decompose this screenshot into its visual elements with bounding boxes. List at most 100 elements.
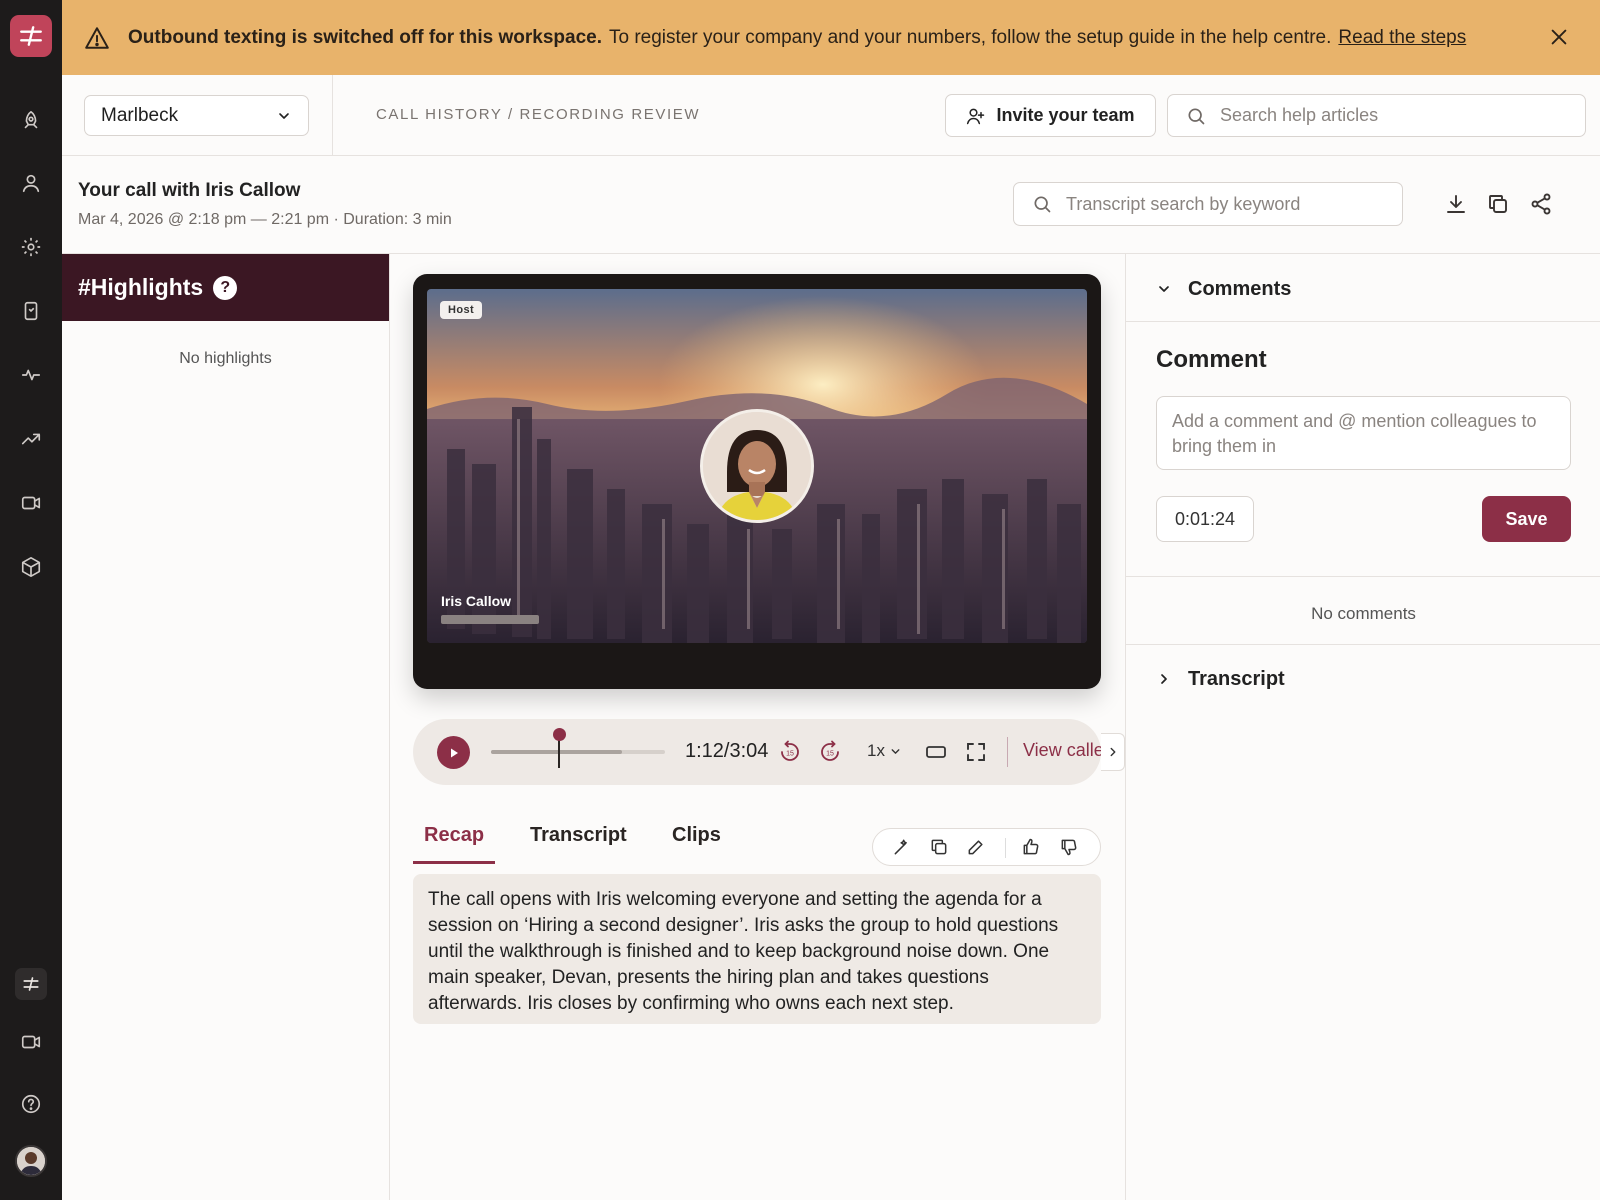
comments-empty: No comments bbox=[1311, 604, 1416, 623]
tab-clips[interactable]: Clips bbox=[672, 824, 721, 847]
transcript-search-input[interactable] bbox=[1066, 193, 1366, 215]
transcript-search[interactable] bbox=[1013, 182, 1403, 226]
forward-seconds: 15 bbox=[826, 751, 834, 758]
buffered-bar bbox=[491, 750, 622, 754]
phone-device-icon[interactable] bbox=[17, 297, 45, 325]
call-title: Your call with Iris Callow bbox=[78, 180, 301, 201]
user-icon[interactable] bbox=[17, 169, 45, 197]
copy-icon[interactable] bbox=[929, 837, 949, 857]
comments-section-toggle[interactable]: Comments bbox=[1126, 254, 1600, 324]
thumbs-up-icon[interactable] bbox=[1021, 837, 1041, 857]
left-rail bbox=[0, 0, 62, 1200]
thumbs-down-icon[interactable] bbox=[1059, 837, 1079, 857]
seek-bar[interactable] bbox=[491, 728, 665, 768]
share-icon[interactable] bbox=[1529, 192, 1553, 216]
workspace-name: Marlbeck bbox=[101, 104, 179, 126]
copy-icon[interactable] bbox=[1486, 192, 1510, 216]
highlights-empty: No highlights bbox=[179, 350, 272, 367]
invite-team-button[interactable]: Invite your team bbox=[945, 94, 1156, 137]
speaker-name: Iris Callow bbox=[441, 593, 512, 609]
rewind-seconds: 15 bbox=[786, 751, 794, 758]
fullscreen-icon[interactable] bbox=[964, 740, 988, 764]
rocket-icon[interactable] bbox=[17, 107, 45, 135]
save-comment-button[interactable]: Save bbox=[1482, 496, 1571, 542]
topbar-divider bbox=[332, 75, 333, 155]
comment-timestamp[interactable]: 0:01:24 bbox=[1156, 496, 1254, 542]
play-button[interactable] bbox=[437, 736, 470, 769]
switcher-logo-icon[interactable] bbox=[15, 968, 47, 1000]
video-icon[interactable] bbox=[17, 489, 45, 517]
view-caller-link[interactable]: View caller bbox=[1023, 740, 1101, 761]
playback-speed: 1x bbox=[867, 741, 885, 760]
camera-icon[interactable] bbox=[17, 1028, 45, 1056]
host-badge: Host bbox=[440, 301, 483, 319]
chevron-right-icon bbox=[1110, 747, 1115, 757]
close-icon[interactable] bbox=[1548, 26, 1570, 48]
comment-input-box[interactable] bbox=[1156, 396, 1571, 470]
comment-title: Comment bbox=[1156, 346, 1267, 373]
invite-team-label: Invite your team bbox=[996, 105, 1135, 125]
playhead-handle[interactable] bbox=[552, 728, 566, 741]
highlights-title: #Highlights bbox=[78, 274, 204, 300]
activity-icon[interactable] bbox=[17, 361, 45, 389]
tab-transcript[interactable]: Transcript bbox=[530, 824, 627, 847]
content-tabs: Recap Transcript Clips bbox=[413, 812, 873, 864]
search-icon bbox=[1188, 108, 1205, 124]
active-tab-indicator bbox=[413, 861, 495, 864]
playback-time: 1:12/3:04 bbox=[685, 740, 769, 762]
question-icon[interactable]: ? bbox=[213, 275, 238, 300]
chevron-down-icon bbox=[1159, 286, 1169, 292]
highlights-header: #Highlights ? bbox=[62, 254, 389, 321]
trending-icon[interactable] bbox=[17, 425, 45, 453]
banner-text: To register your company and your number… bbox=[608, 26, 1332, 48]
add-user-icon bbox=[967, 108, 985, 124]
app-logo[interactable] bbox=[10, 15, 52, 57]
forward-15-icon[interactable]: 15 bbox=[818, 740, 842, 764]
chevron-down-icon bbox=[891, 748, 900, 754]
help-icon[interactable] bbox=[17, 1090, 45, 1118]
play-icon bbox=[450, 748, 458, 757]
player-divider bbox=[1007, 737, 1008, 767]
tab-recap[interactable]: Recap bbox=[424, 824, 484, 847]
speaker-audio-bar bbox=[441, 615, 539, 624]
chevron-down-icon bbox=[279, 112, 289, 119]
help-search-input[interactable] bbox=[1220, 105, 1540, 126]
magic-wand-icon[interactable] bbox=[892, 837, 912, 857]
workspace-select[interactable]: Marlbeck bbox=[84, 95, 309, 136]
divider bbox=[1126, 321, 1600, 322]
theater-mode-icon[interactable] bbox=[924, 740, 948, 764]
toolbar-divider bbox=[1005, 838, 1006, 858]
transcript-section-label: Transcript bbox=[1188, 667, 1285, 690]
participant-avatar bbox=[700, 409, 814, 523]
transcript-section-toggle[interactable]: Transcript bbox=[1126, 644, 1600, 714]
search-icon bbox=[1034, 196, 1051, 213]
recap-text: The call opens with Iris welcoming every… bbox=[413, 874, 1101, 1024]
read-steps-link[interactable]: Read the steps bbox=[1338, 27, 1466, 49]
top-bar: Marlbeck CALL HISTORY / RECORDING REVIEW… bbox=[62, 75, 1600, 156]
divider bbox=[1126, 576, 1600, 577]
warning-icon bbox=[85, 26, 109, 49]
help-search[interactable] bbox=[1167, 94, 1586, 137]
gear-icon[interactable] bbox=[17, 233, 45, 261]
call-meta: Mar 4, 2026 @ 2:18 pm — 2:21 pm · Durati… bbox=[78, 211, 452, 228]
video-player[interactable]: Host Iris Callow bbox=[427, 289, 1087, 643]
playback-speed-select[interactable]: 1x bbox=[867, 741, 902, 761]
texting-disabled-banner: Outbound texting is switched off for thi… bbox=[62, 0, 1600, 75]
comment-input[interactable] bbox=[1172, 409, 1555, 457]
collapse-panel-toggle[interactable] bbox=[1101, 733, 1125, 771]
edit-icon[interactable] bbox=[966, 837, 986, 857]
rewind-15-icon[interactable]: 15 bbox=[778, 740, 802, 764]
package-icon[interactable] bbox=[17, 553, 45, 581]
comments-section-label: Comments bbox=[1188, 277, 1292, 300]
comments-panel: Comments Comment 0:01:24 Save No comment… bbox=[1125, 254, 1600, 1200]
user-avatar[interactable] bbox=[15, 1145, 47, 1177]
chevron-right-icon bbox=[1161, 674, 1167, 684]
highlights-panel: #Highlights ? No highlights bbox=[62, 254, 390, 1200]
video-frame: Host Iris Callow bbox=[413, 274, 1101, 689]
breadcrumb: CALL HISTORY / RECORDING REVIEW bbox=[376, 106, 701, 123]
download-icon[interactable] bbox=[1444, 192, 1468, 216]
call-header: Your call with Iris Callow Mar 4, 2026 @… bbox=[62, 156, 1600, 254]
recap-toolbar bbox=[872, 828, 1101, 866]
logo-icon bbox=[20, 26, 42, 46]
banner-headline: Outbound texting is switched off for thi… bbox=[128, 26, 602, 48]
